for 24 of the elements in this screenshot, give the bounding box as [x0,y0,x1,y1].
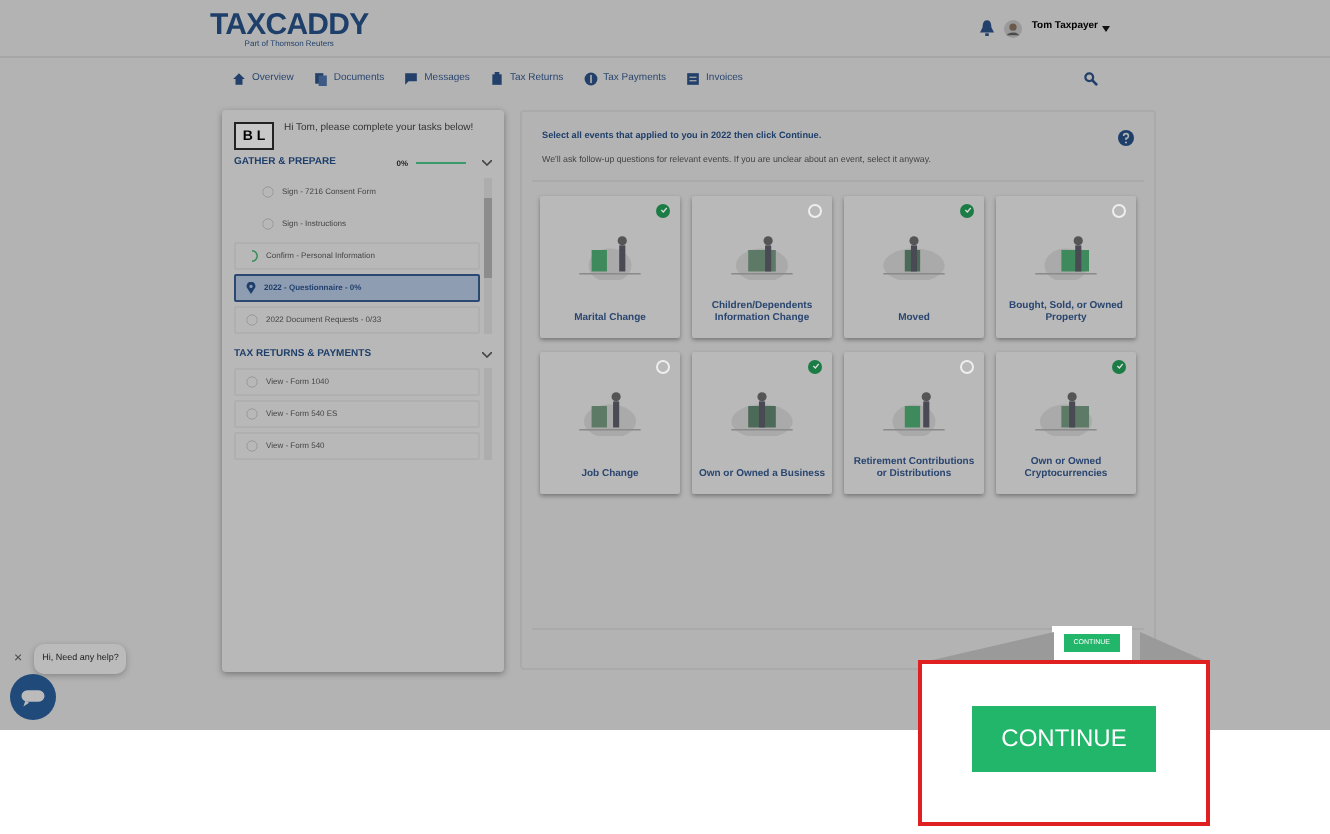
scrollbar[interactable] [484,177,492,333]
continue-button[interactable]: CONTINUE [972,705,1156,771]
progress-ring-icon [246,249,258,261]
circle-icon [246,440,258,452]
chevron-icon[interactable] [482,160,492,167]
circle-icon [262,185,274,197]
chat-launcher-icon[interactable] [10,674,56,720]
list-icon [686,72,701,86]
bell-icon[interactable] [979,20,994,36]
clipboard-icon [489,72,504,86]
circle-icon [246,408,258,420]
search-icon[interactable] [1084,72,1098,86]
avatar-icon[interactable] [1003,19,1022,37]
logo: TAXCADDY [210,9,369,39]
circle-icon [246,313,258,325]
circle-icon [246,376,258,388]
help-icon[interactable] [1118,130,1134,146]
chevron-icon[interactable] [482,351,492,358]
home-icon [232,72,246,86]
message-icon [404,72,419,86]
caret-icon [1102,25,1110,31]
pin-icon [246,281,256,293]
circle-icon [262,217,274,229]
documents-icon [313,72,328,86]
